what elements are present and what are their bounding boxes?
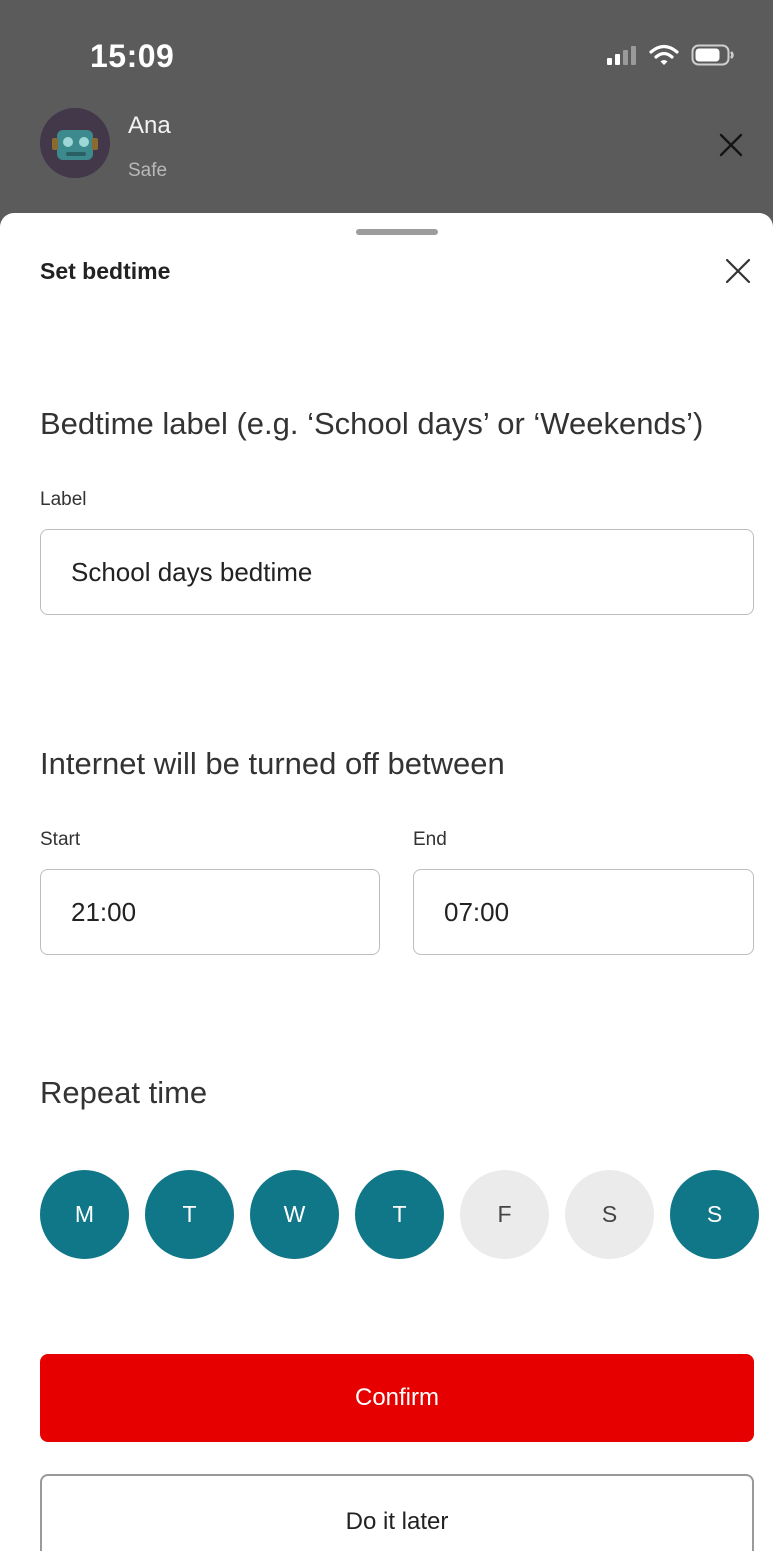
day-toggle-tuesday[interactable]: T (145, 1170, 234, 1259)
close-icon (725, 258, 751, 284)
label-section-heading: Bedtime label (e.g. ‘School days’ or ‘We… (40, 406, 704, 441)
day-toggle-monday[interactable]: M (40, 1170, 129, 1259)
start-time-input[interactable]: 21:00 (40, 869, 380, 955)
end-field-label: End (413, 829, 447, 850)
time-section-heading: Internet will be turned off between (40, 746, 505, 781)
day-toggle-sunday[interactable]: S (670, 1170, 759, 1259)
repeat-section-heading: Repeat time (40, 1075, 208, 1110)
bottom-sheet: Set bedtime Bedtime label (e.g. ‘School … (0, 213, 773, 1551)
background-app-header: 15:09 Ana Safe (0, 0, 773, 235)
robot-avatar-icon (40, 108, 110, 178)
close-icon (719, 133, 743, 157)
start-field-label: Start (40, 829, 81, 850)
sheet-title: Set bedtime (40, 258, 171, 284)
day-toggle-thursday[interactable]: T (355, 1170, 444, 1259)
battery-icon (691, 44, 735, 71)
close-sheet-button[interactable] (724, 257, 752, 285)
confirm-button[interactable]: Confirm (40, 1354, 754, 1442)
end-time-input[interactable]: 07:00 (413, 869, 754, 955)
close-profile-button[interactable] (716, 130, 746, 160)
day-toggle-wednesday[interactable]: W (250, 1170, 339, 1259)
sheet-drag-handle[interactable] (356, 229, 438, 235)
profile-name: Ana (128, 112, 171, 139)
day-toggle-saturday[interactable]: S (565, 1170, 654, 1259)
day-toggle-friday[interactable]: F (460, 1170, 549, 1259)
label-field-label: Label (40, 489, 87, 510)
day-selector: M T W T F S S (40, 1170, 759, 1259)
profile-status: Safe (128, 160, 168, 181)
do-it-later-button[interactable]: Do it later (40, 1474, 754, 1551)
signal-icon (607, 45, 637, 70)
bedtime-label-input[interactable]: School days bedtime (40, 529, 754, 615)
avatar (40, 108, 110, 178)
status-time: 15:09 (90, 38, 175, 74)
wifi-icon (649, 44, 679, 71)
status-icons (607, 44, 735, 71)
